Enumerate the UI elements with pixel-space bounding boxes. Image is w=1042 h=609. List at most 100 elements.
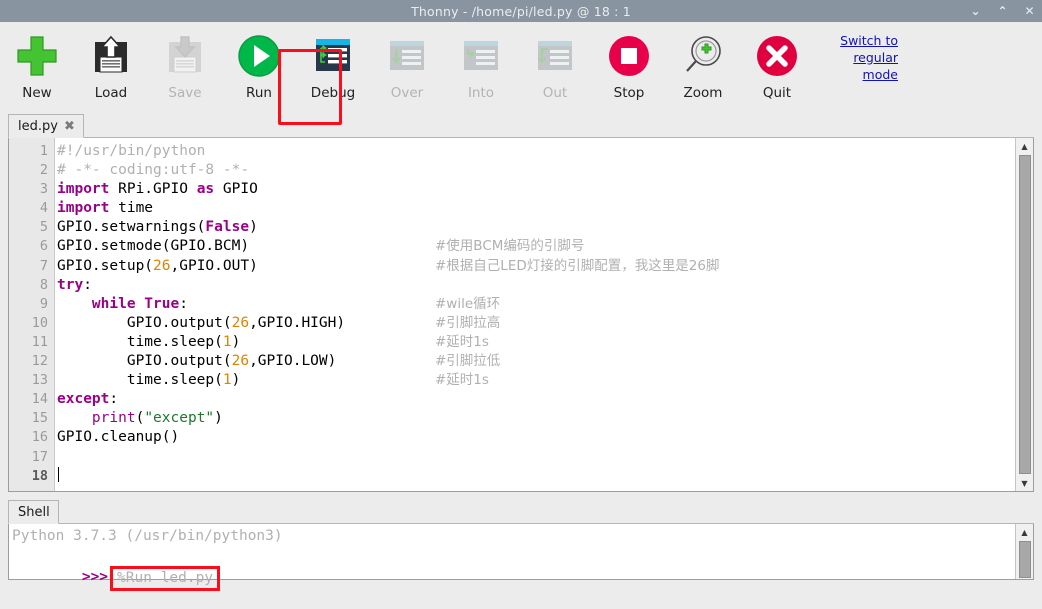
x-circle-icon [753, 32, 801, 80]
window-title: Thonny - /home/pi/led.py @ 18 : 1 [411, 3, 631, 19]
line-number: 15 [31, 410, 48, 427]
close-icon[interactable]: ✕ [1023, 5, 1036, 17]
step-out-button[interactable]: Out [518, 28, 592, 110]
play-icon [235, 32, 283, 80]
shell-scroll-up-icon[interactable]: ▲ [1017, 524, 1033, 540]
maximize-icon[interactable]: ⌃ [996, 5, 1009, 17]
plus-icon [13, 32, 61, 80]
toolbar: New Load Save Run Debug Over Into Out St… [0, 22, 1042, 125]
new-button[interactable]: New [0, 28, 74, 110]
side-comment-line-7: #根据自己LED灯接的引脚配置，我这里是26脚 [435, 257, 720, 274]
run-button-label: Run [246, 85, 272, 101]
scroll-up-icon[interactable]: ▲ [1017, 138, 1033, 154]
editor-tabstrip: led.py ✖ [8, 112, 1034, 138]
code-editor: 1 2 3 4 5 6 7 8 9 10 11 12 13 14 15 16 1… [8, 138, 1034, 492]
code-line: time.sleep(1) #延时1s [55, 333, 1015, 352]
stop-button-label: Stop [613, 85, 645, 101]
code-line: print("except") [91, 410, 223, 427]
scroll-down-icon[interactable]: ▼ [1017, 475, 1033, 491]
line-number: 14 [31, 391, 48, 408]
code-line: import time [57, 200, 154, 217]
magnifier-plus-icon [679, 32, 727, 80]
step-over-button[interactable]: Over [370, 28, 444, 110]
step-into-button[interactable]: Into [444, 28, 518, 110]
run-button[interactable]: Run [222, 28, 296, 110]
side-comment-line-11: #延时1s [435, 333, 489, 350]
shell-tabstrip: Shell [8, 498, 1034, 524]
shell-banner: Python 3.7.3 (/usr/bin/python3) [12, 528, 283, 544]
code-line: import RPi.GPIO as GPIO [57, 181, 258, 198]
shell-output-area[interactable]: Python 3.7.3 (/usr/bin/python3) >>> %Run … [9, 524, 1015, 592]
shell-command: %Run led.py [117, 570, 214, 587]
side-comment-line-13: #延时1s [435, 372, 489, 389]
shell-vertical-scrollbar[interactable]: ▲ [1015, 524, 1033, 579]
tab-shell-label: Shell [18, 504, 50, 520]
line-number: 4 [39, 200, 48, 217]
load-button-label: Load [94, 85, 128, 101]
step-out-icon [531, 32, 579, 80]
line-number: 1 [39, 143, 48, 159]
line-number: 10 [31, 314, 48, 331]
quit-button[interactable]: Quit [740, 28, 814, 110]
editor-notebook: led.py ✖ 1 2 3 4 5 6 7 8 9 10 11 12 13 1… [0, 112, 1042, 492]
tab-led-py[interactable]: led.py ✖ [8, 114, 84, 138]
code-line: while True: #wile循环 [55, 295, 1015, 314]
minimize-icon[interactable]: ⌄ [969, 5, 982, 17]
scroll-track[interactable] [1017, 154, 1033, 475]
side-comment-line-9: #wile循环 [435, 295, 501, 312]
title-bar: Thonny - /home/pi/led.py @ 18 : 1 ⌄ ⌃ ✕ [0, 0, 1042, 22]
step-over-icon [383, 32, 431, 80]
window-controls: ⌄ ⌃ ✕ [969, 0, 1036, 22]
code-line: #!/usr/bin/python [55, 142, 1015, 161]
save-button-label: Save [168, 85, 202, 101]
debug-button-label: Debug [310, 85, 356, 101]
tab-shell[interactable]: Shell [8, 500, 59, 524]
bug-window-icon [309, 32, 357, 80]
line-number: 7 [39, 257, 48, 274]
debug-button[interactable]: Debug [296, 28, 370, 110]
shell-scroll-thumb[interactable] [1018, 541, 1031, 578]
code-line: GPIO.setmode(GPIO.BCM) #使用BCM编码的引脚号 [55, 237, 1015, 256]
zoom-button-label: Zoom [683, 85, 723, 101]
line-number-current: 18 [31, 467, 48, 484]
code-line: # -*- coding:utf-8 -*- [55, 161, 1015, 180]
code-line: time.sleep(1) #延时1s [55, 371, 1015, 390]
load-button[interactable]: Load [74, 28, 148, 110]
switch-to-regular-mode-link[interactable]: Switch to regular mode [824, 32, 898, 83]
code-line-current [55, 466, 1015, 486]
code-line: except: [57, 391, 119, 408]
scroll-thumb[interactable] [1018, 155, 1031, 474]
code-line: GPIO.setup(26,GPIO.OUT) #根据自己LED灯接的引脚配置，我… [55, 257, 1015, 276]
code-line: GPIO.setwarnings(False) [57, 219, 258, 236]
step-into-icon [457, 32, 505, 80]
floppy-down-icon [161, 32, 209, 80]
code-text-area[interactable]: #!/usr/bin/python # -*- coding:utf-8 -*-… [55, 138, 1015, 491]
line-number: 2 [39, 162, 48, 179]
step-out-button-label: Out [542, 85, 568, 101]
side-comment-line-6: #使用BCM编码的引脚号 [435, 238, 585, 255]
stop-icon [605, 32, 653, 80]
shell-prompt: >>> [81, 569, 109, 586]
tab-close-icon[interactable]: ✖ [64, 119, 75, 134]
zoom-button[interactable]: Zoom [666, 28, 740, 110]
code-line: try: [57, 276, 92, 293]
shell-scroll-track[interactable] [1017, 540, 1033, 579]
stop-button[interactable]: Stop [592, 28, 666, 110]
line-number: 5 [39, 219, 48, 236]
code-line-2: # -*- coding:utf-8 -*- [57, 162, 250, 179]
code-line: GPIO.output(26,GPIO.LOW) #引脚拉低 [55, 352, 1015, 371]
editor-vertical-scrollbar[interactable]: ▲ ▼ [1015, 138, 1033, 491]
shell-panel: Python 3.7.3 (/usr/bin/python3) >>> %Run … [8, 524, 1034, 592]
save-button[interactable]: Save [148, 28, 222, 110]
code-line-1: #!/usr/bin/python [57, 143, 206, 159]
line-number: 9 [39, 295, 48, 312]
line-number: 12 [31, 353, 48, 370]
line-number: 16 [31, 429, 48, 446]
line-number: 8 [39, 276, 48, 293]
quit-button-label: Quit [762, 85, 792, 101]
line-number: 17 [31, 448, 48, 465]
line-number: 3 [39, 181, 48, 198]
shell-notebook: Shell Python 3.7.3 (/usr/bin/python3) >>… [0, 492, 1042, 592]
line-number: 11 [31, 333, 48, 350]
